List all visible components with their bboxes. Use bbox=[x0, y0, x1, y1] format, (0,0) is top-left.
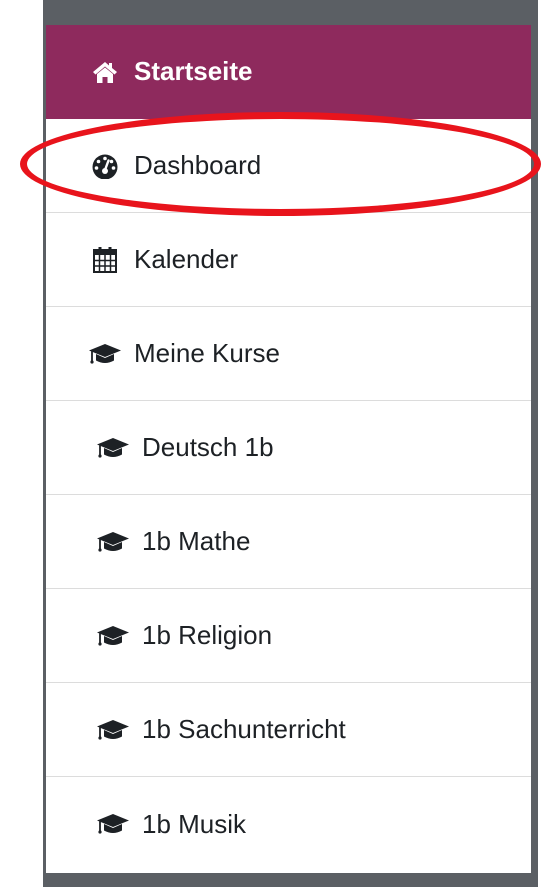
nav-item-label: Meine Kurse bbox=[134, 338, 280, 368]
nav-item-label: 1b Sachunterricht bbox=[142, 714, 346, 744]
nav-item-label: 1b Religion bbox=[142, 620, 273, 650]
nav-item-startseite[interactable]: Startseite bbox=[46, 25, 531, 119]
nav-item-label: Kalender bbox=[134, 244, 239, 274]
nav-item-label: 1b Musik bbox=[142, 808, 247, 839]
nav-item-deutsch-1b[interactable]: Deutsch 1b bbox=[46, 401, 531, 495]
nav-item-label: Startseite bbox=[134, 56, 253, 86]
dashboard-icon bbox=[86, 150, 124, 182]
nav-item-kalender[interactable]: Kalender bbox=[46, 213, 531, 307]
calendar-icon bbox=[86, 244, 124, 276]
home-icon bbox=[86, 56, 124, 88]
nav-item-label: 1b Mathe bbox=[142, 526, 251, 556]
nav-item-1b-religion[interactable]: 1b Religion bbox=[46, 589, 531, 683]
nav-item-dashboard[interactable]: Dashboard bbox=[46, 119, 531, 213]
sidebar-nav: Startseite Dashboard Kalender Meine Kurs… bbox=[46, 25, 531, 873]
graduation-cap-icon bbox=[94, 432, 132, 464]
nav-item-label: Deutsch 1b bbox=[142, 432, 274, 462]
nav-item-label: Dashboard bbox=[134, 150, 262, 180]
graduation-cap-icon bbox=[94, 620, 132, 652]
graduation-cap-icon bbox=[86, 338, 124, 370]
nav-item-1b-sachunterricht[interactable]: 1b Sachunterricht bbox=[46, 683, 531, 777]
graduation-cap-icon bbox=[94, 714, 132, 746]
nav-item-1b-mathe[interactable]: 1b Mathe bbox=[46, 495, 531, 589]
nav-item-1b-musik[interactable]: 1b Musik bbox=[46, 777, 531, 871]
graduation-cap-icon bbox=[94, 526, 132, 558]
graduation-cap-icon bbox=[94, 808, 132, 840]
nav-item-meine-kurse[interactable]: Meine Kurse bbox=[46, 307, 531, 401]
